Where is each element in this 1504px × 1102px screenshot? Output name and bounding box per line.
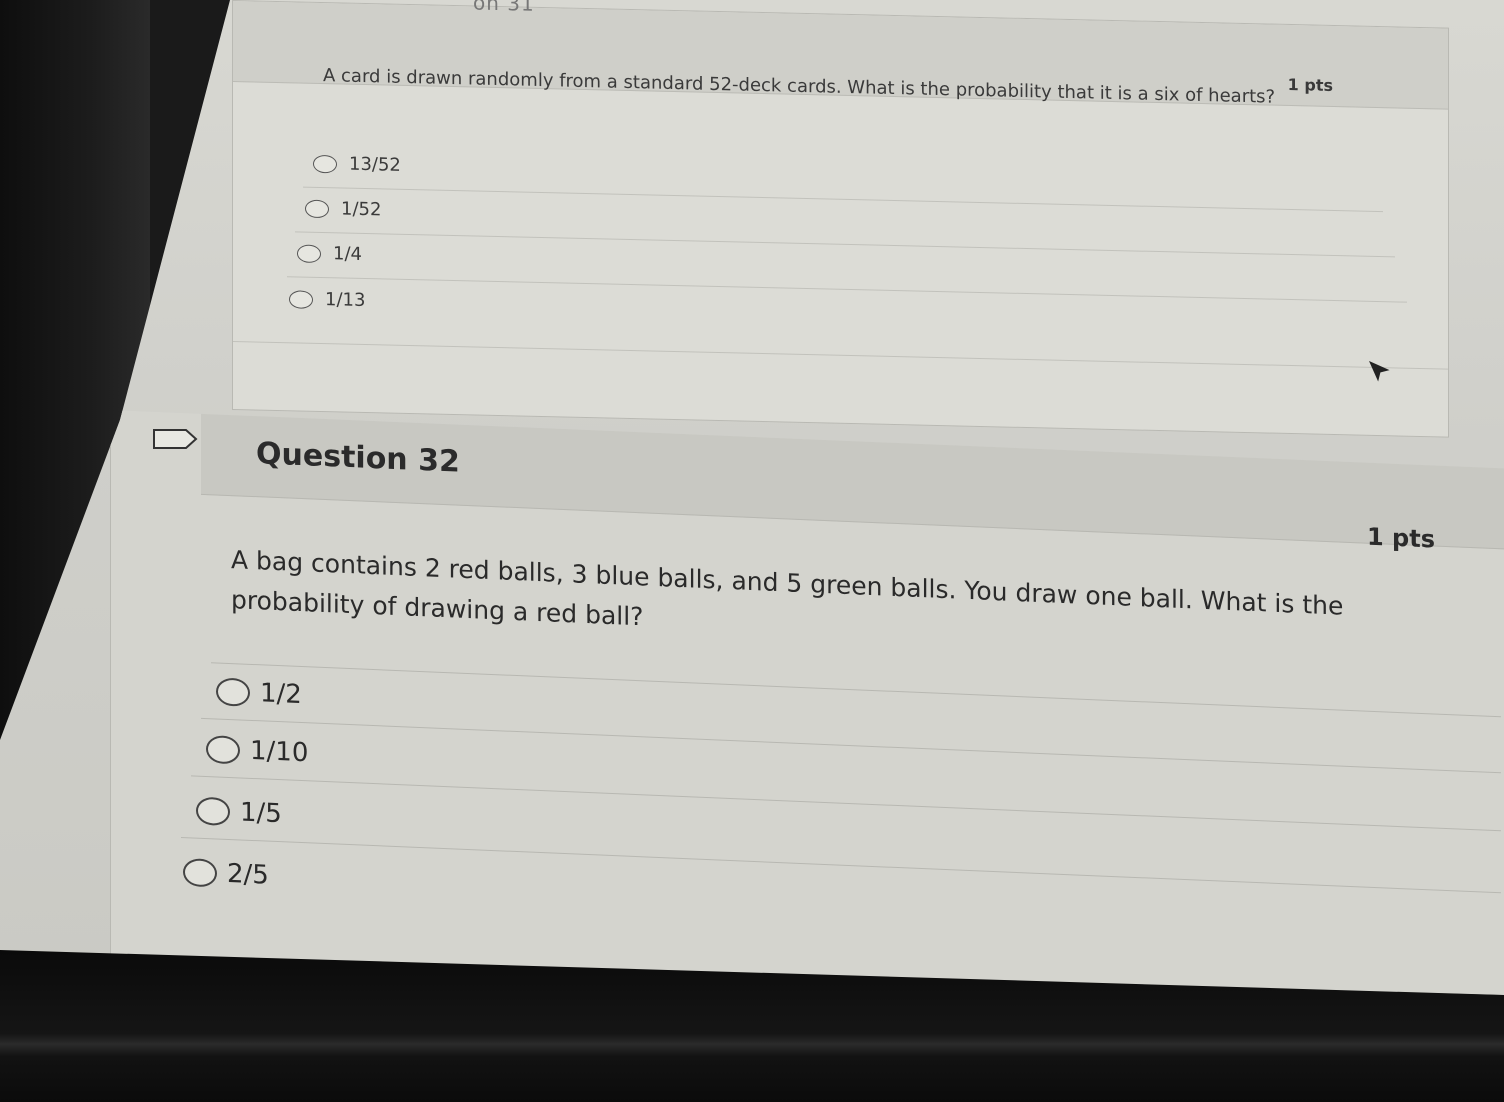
question-31-title: on 31 xyxy=(473,0,535,16)
radio-button[interactable] xyxy=(196,796,230,827)
option-divider xyxy=(191,775,1501,832)
question-32-option-4[interactable]: 2/5 xyxy=(183,857,269,891)
question-31-card: on 31 1 pts A card is drawn randomly fro… xyxy=(232,0,1449,438)
question-31-option-3[interactable]: 1/4 xyxy=(297,242,362,265)
option-divider xyxy=(295,231,1395,258)
option-label: 1/13 xyxy=(325,289,366,312)
option-label: 1/10 xyxy=(250,735,309,769)
question-31-option-4[interactable]: 1/13 xyxy=(289,288,365,311)
radio-button[interactable] xyxy=(183,858,217,888)
option-divider xyxy=(303,186,1383,213)
option-label: 1/52 xyxy=(341,198,382,221)
question-32-text: A bag contains 2 red balls, 3 blue balls… xyxy=(231,545,1344,632)
option-divider xyxy=(201,717,1501,774)
question-32-option-3[interactable]: 1/5 xyxy=(196,796,282,830)
option-divider xyxy=(181,836,1501,894)
quiz-screen: on 31 1 pts A card is drawn randomly fro… xyxy=(0,0,1504,1000)
question-32-option-2[interactable]: 1/10 xyxy=(206,734,308,768)
question-32-points: 1 pts xyxy=(1367,522,1435,554)
option-label: 1/4 xyxy=(333,243,362,265)
question-31-option-2[interactable]: 1/52 xyxy=(305,198,382,221)
radio-button[interactable] xyxy=(305,199,329,218)
option-label: 13/52 xyxy=(349,153,401,176)
question-32-card: Question 32 1 pts A bag contains 2 red b… xyxy=(110,410,1504,1000)
radio-button[interactable] xyxy=(289,289,313,309)
bookmark-flag-icon[interactable] xyxy=(152,428,198,450)
question-32-option-1[interactable]: 1/2 xyxy=(216,676,302,710)
question-31-option-1[interactable]: 13/52 xyxy=(313,153,401,176)
option-label: 2/5 xyxy=(227,858,269,891)
question-divider xyxy=(211,662,1501,718)
radio-button[interactable] xyxy=(313,154,337,173)
option-label: 1/5 xyxy=(240,797,282,830)
option-divider xyxy=(287,276,1407,303)
radio-button[interactable] xyxy=(206,735,240,765)
radio-button[interactable] xyxy=(216,677,250,707)
radio-button[interactable] xyxy=(297,243,321,263)
option-label: 1/2 xyxy=(260,678,302,711)
mouse-pointer-icon xyxy=(1369,361,1390,382)
card-bottom-divider xyxy=(233,341,1448,370)
